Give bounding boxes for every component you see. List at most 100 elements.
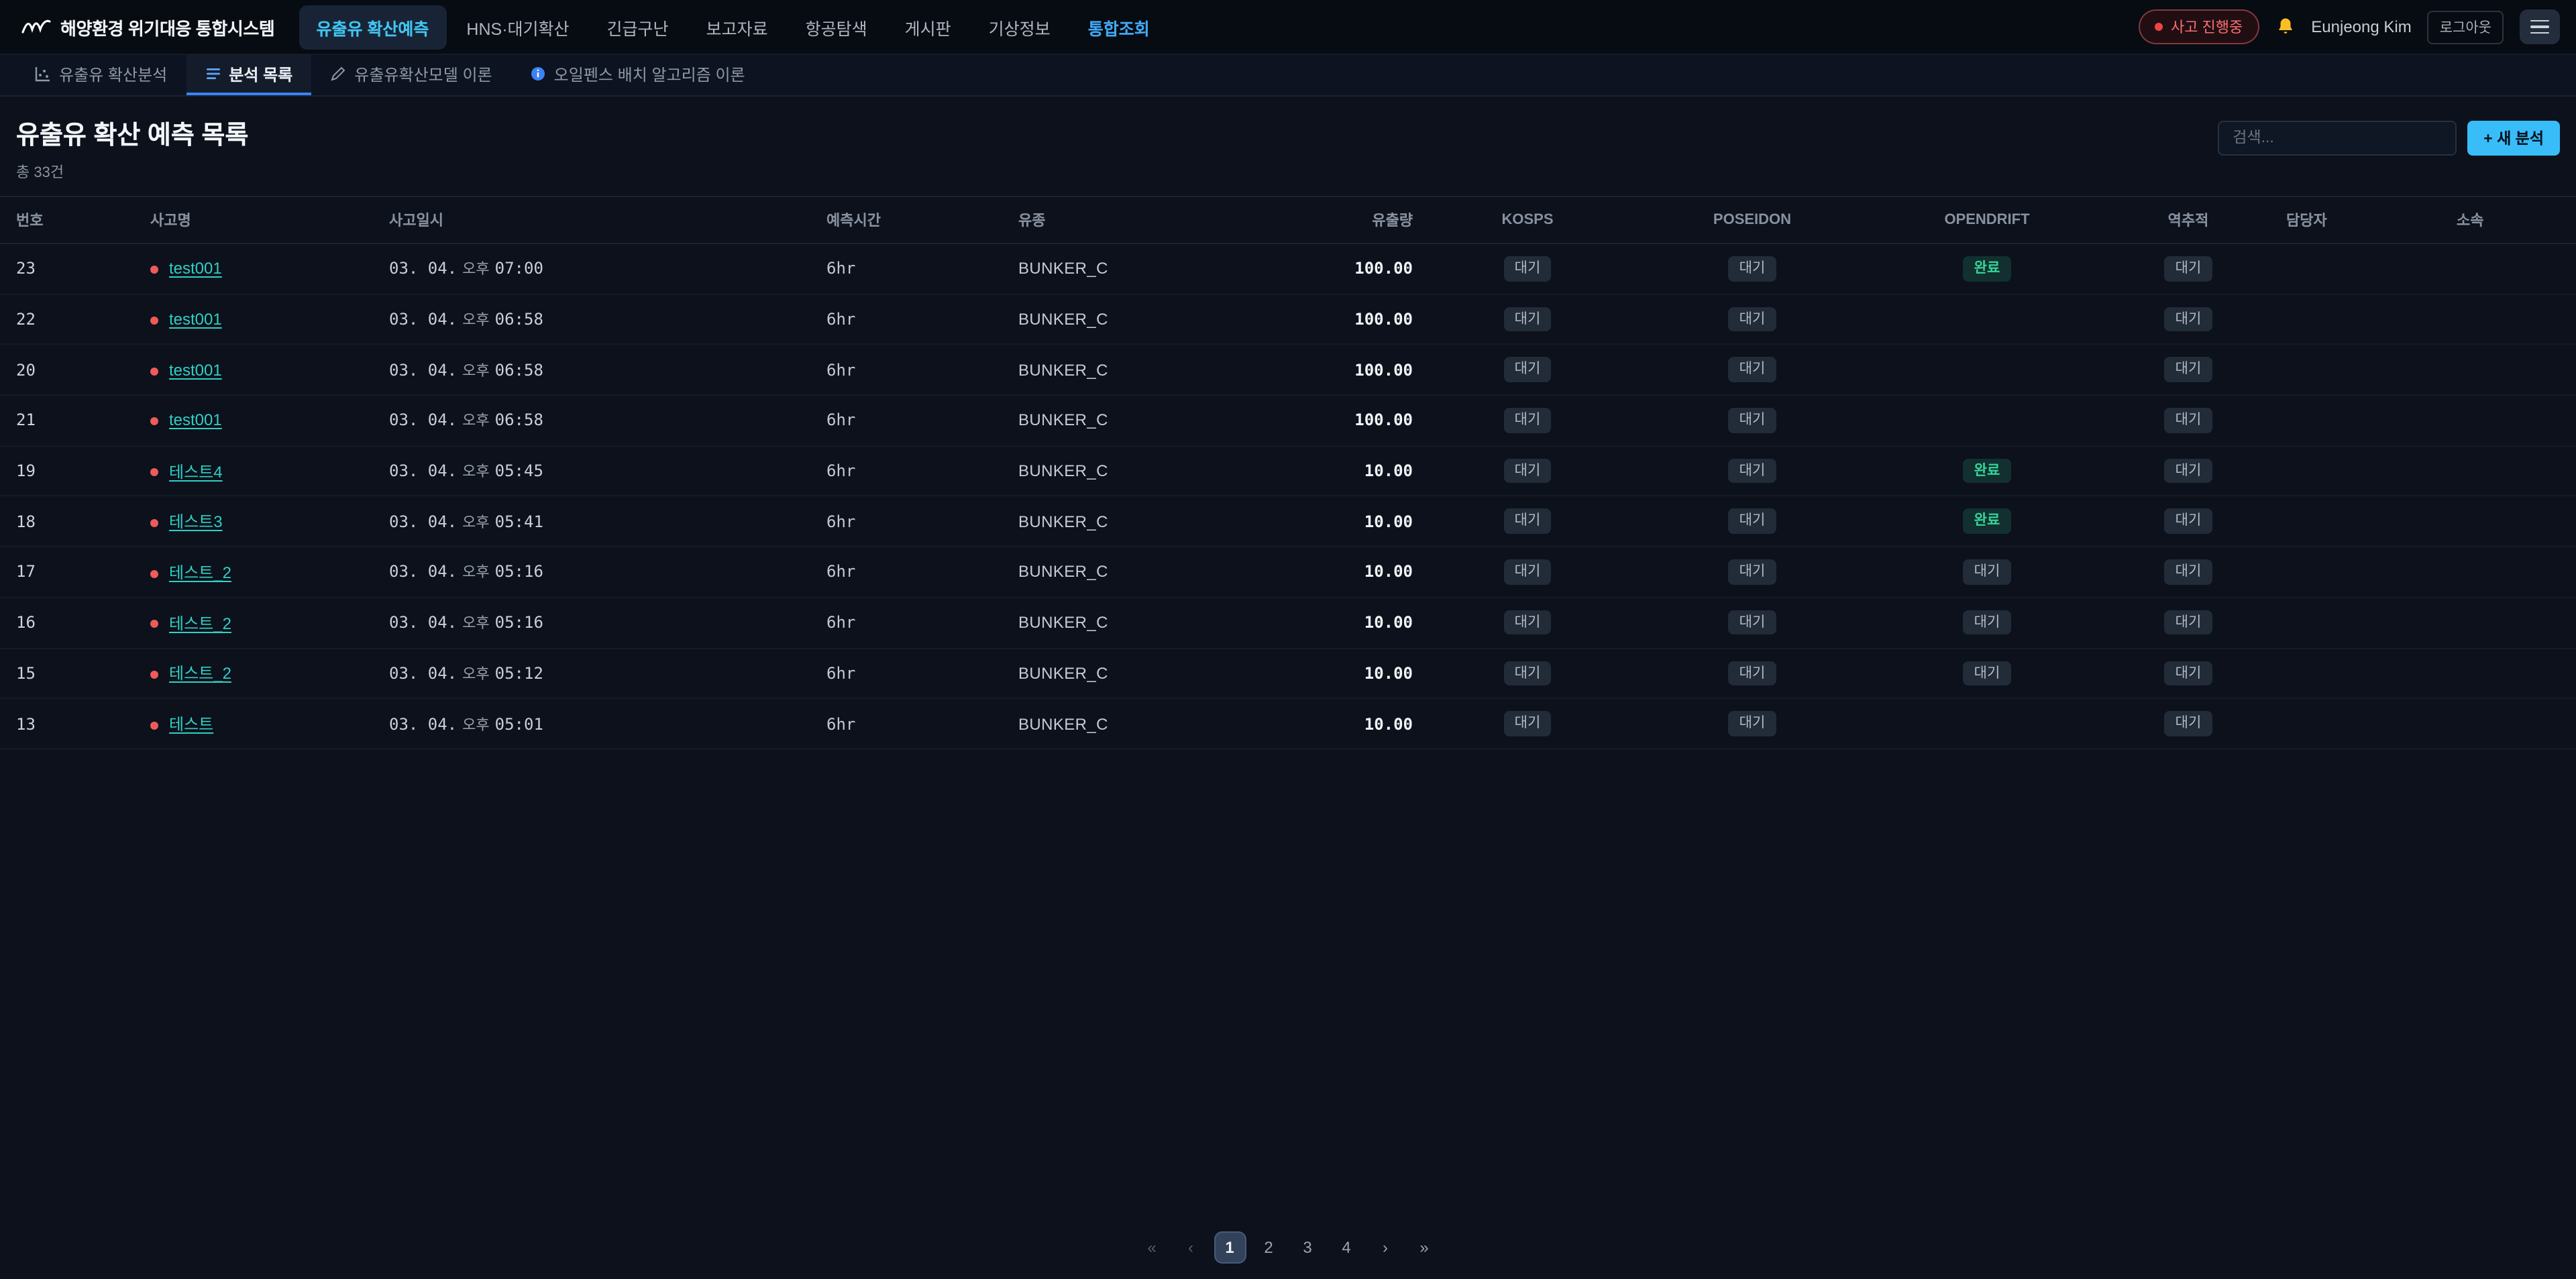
incident-name-link[interactable]: test001 [169, 411, 222, 430]
cell-manager [2275, 698, 2446, 748]
tab-oil-fence-theory[interactable]: 오일펜스 배치 알고리즘 이론 [511, 55, 764, 95]
pagination-page-4-button[interactable]: 4 [1330, 1231, 1362, 1263]
cell-kosps: 대기 [1424, 243, 1631, 294]
column-header-3: 예측시간 [816, 197, 1008, 243]
table-row[interactable]: 18테스트303. 04.오후05:416hrBUNKER_C10.00대기대기… [0, 496, 2576, 547]
cell-manager [2275, 547, 2446, 597]
opendrift-status-badge: 완료 [1964, 256, 2011, 281]
cell-kosps: 대기 [1424, 446, 1631, 496]
new-analysis-button[interactable]: + 새 분석 [2467, 121, 2560, 156]
cell-spill-amount: 100.00 [1276, 345, 1424, 395]
backtrack-status-badge: 대기 [2165, 256, 2212, 281]
cell-datetime: 03. 04.오후07:00 [378, 243, 816, 294]
menu-item-board[interactable]: 게시판 [888, 5, 969, 49]
incident-name-link[interactable]: test001 [169, 260, 222, 278]
incident-name-link[interactable]: 테스트 [169, 715, 213, 734]
cell-manager [2275, 648, 2446, 698]
table-row[interactable]: 23test00103. 04.오후07:006hrBUNKER_C100.00… [0, 243, 2576, 294]
cell-spill-amount: 10.00 [1276, 547, 1424, 597]
cell-opendrift: 대기 [1873, 648, 2101, 698]
cell-datetime: 03. 04.오후05:45 [378, 446, 816, 496]
backtrack-status-badge: 대기 [2165, 307, 2212, 331]
cell-spill-amount: 10.00 [1276, 496, 1424, 547]
table-row[interactable]: 19테스트403. 04.오후05:456hrBUNKER_C10.00대기대기… [0, 446, 2576, 496]
tab-spread-model-theory[interactable]: 유출유확산모델 이론 [311, 55, 511, 95]
table-row[interactable]: 13테스트03. 04.오후05:016hrBUNKER_C10.00대기대기대… [0, 698, 2576, 748]
pagination-page-1-button[interactable]: 1 [1214, 1231, 1246, 1263]
list-icon [205, 66, 221, 82]
cell-no: 15 [0, 648, 140, 698]
incident-name-link[interactable]: test001 [169, 310, 222, 329]
tab-spread-analysis[interactable]: 유출유 확산분석 [16, 55, 186, 95]
cell-forecast-time: 6hr [816, 547, 1008, 597]
menu-item-oil-spill-prediction[interactable]: 유출유 확산예측 [299, 5, 446, 49]
table-row[interactable]: 20test00103. 04.오후06:586hrBUNKER_C100.00… [0, 345, 2576, 395]
cell-incident-name: 테스트_2 [140, 648, 378, 698]
table-row[interactable]: 16테스트_203. 04.오후05:166hrBUNKER_C10.00대기대… [0, 598, 2576, 648]
menu-item-weather-info[interactable]: 기상정보 [971, 5, 1068, 49]
cell-kosps: 대기 [1424, 496, 1631, 547]
tab-label: 오일펜스 배치 알고리즘 이론 [554, 62, 745, 85]
pagination-last-button[interactable]: » [1408, 1231, 1440, 1263]
incident-name-link[interactable]: test001 [169, 360, 222, 379]
cell-kosps: 대기 [1424, 598, 1631, 648]
hamburger-menu-icon[interactable] [2520, 9, 2560, 44]
incident-name-link[interactable]: 테스트4 [169, 462, 223, 481]
title-block: 유출유 확산 예측 목록 총 33건 [16, 115, 248, 182]
cell-manager [2275, 598, 2446, 648]
pagination-next-button[interactable]: › [1369, 1231, 1401, 1263]
logout-button[interactable]: 로그아웃 [2428, 10, 2504, 44]
table-header-row: 번호사고명사고일시예측시간유종유출량KOSPSPOSEIDONOPENDRIFT… [0, 197, 2576, 243]
cell-manager [2275, 395, 2446, 445]
cell-backtrack: 대기 [2101, 496, 2275, 547]
pagination-prev-button[interactable]: ‹ [1175, 1231, 1207, 1263]
app-logo: 해양환경 위기대응 통합시스템 [16, 14, 285, 40]
cell-no: 18 [0, 496, 140, 547]
incident-name-link[interactable]: 테스트_2 [169, 563, 231, 582]
notification-bell-icon[interactable] [2275, 16, 2295, 38]
menu-item-hns-air-diffusion[interactable]: HNS·대기확산 [449, 5, 586, 49]
cell-incident-name: 테스트_2 [140, 598, 378, 648]
cell-opendrift [1873, 395, 2101, 445]
cell-no: 22 [0, 294, 140, 344]
column-header-5: 유출량 [1276, 197, 1424, 243]
incident-name-link[interactable]: 테스트_2 [169, 614, 231, 632]
table-row[interactable]: 15테스트_203. 04.오후05:126hrBUNKER_C10.00대기대… [0, 648, 2576, 698]
cell-incident-name: test001 [140, 345, 378, 395]
incident-name-link[interactable]: 테스트3 [169, 513, 223, 532]
pagination-page-2-button[interactable]: 2 [1252, 1231, 1285, 1263]
cell-poseidon: 대기 [1631, 648, 1873, 698]
search-input[interactable] [2218, 121, 2457, 156]
cell-org [2446, 547, 2576, 597]
cell-incident-name: 테스트4 [140, 446, 378, 496]
cell-manager [2275, 446, 2446, 496]
poseidon-status-badge: 대기 [1729, 559, 1776, 584]
cell-datetime: 03. 04.오후05:01 [378, 698, 816, 748]
app-title: 해양환경 위기대응 통합시스템 [60, 14, 274, 40]
tab-analysis-list[interactable]: 분석 목록 [186, 55, 311, 95]
main-menu: 유출유 확산예측HNS·대기확산긴급구난보고자료항공탐색게시판기상정보통합조회 [299, 5, 1167, 49]
incident-in-progress-badge[interactable]: 사고 진행중 [2139, 9, 2259, 44]
cell-no: 19 [0, 446, 140, 496]
incident-name-link[interactable]: 테스트_2 [169, 665, 231, 683]
cell-org [2446, 243, 2576, 294]
total-count: 총 33건 [16, 161, 248, 182]
menu-item-integrated-search[interactable]: 통합조회 [1071, 5, 1167, 49]
column-header-7: POSEIDON [1631, 197, 1873, 243]
pagination-page-3-button[interactable]: 3 [1291, 1231, 1324, 1263]
menu-item-aerial-search[interactable]: 항공탐색 [788, 5, 885, 49]
incident-status-dot-icon [150, 367, 158, 375]
menu-item-reports[interactable]: 보고자료 [689, 5, 786, 49]
pagination-first-button[interactable]: « [1136, 1231, 1168, 1263]
column-header-1: 사고명 [140, 197, 378, 243]
table-row[interactable]: 17테스트_203. 04.오후05:166hrBUNKER_C10.00대기대… [0, 547, 2576, 597]
incident-status-dot-icon [150, 469, 158, 477]
analysis-table: 번호사고명사고일시예측시간유종유출량KOSPSPOSEIDONOPENDRIFT… [0, 196, 2576, 750]
cell-poseidon: 대기 [1631, 294, 1873, 344]
kosps-status-badge: 대기 [1504, 610, 1552, 635]
table-row[interactable]: 22test00103. 04.오후06:586hrBUNKER_C100.00… [0, 294, 2576, 344]
menu-item-emergency-rescue[interactable]: 긴급구난 [590, 5, 686, 49]
table-row[interactable]: 21test00103. 04.오후06:586hrBUNKER_C100.00… [0, 395, 2576, 445]
cell-forecast-time: 6hr [816, 446, 1008, 496]
cell-backtrack: 대기 [2101, 395, 2275, 445]
